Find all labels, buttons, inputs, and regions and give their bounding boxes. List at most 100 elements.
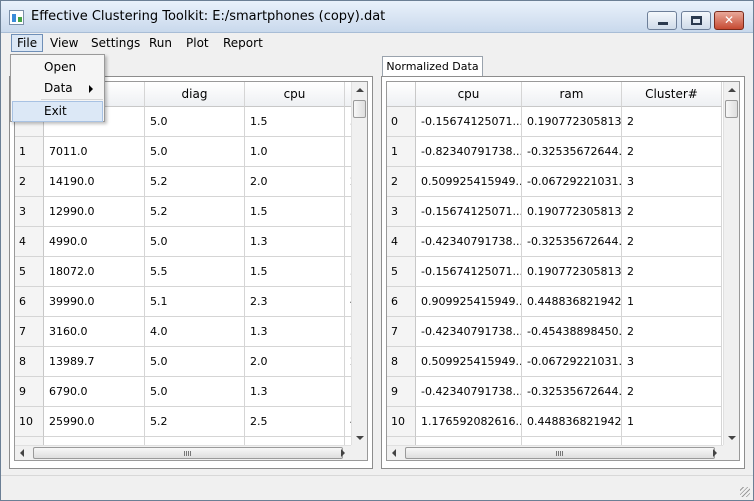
- table-cell[interactable]: 0.509925415949...: [416, 167, 522, 197]
- table-cell[interactable]: -0.15674125071...: [416, 257, 522, 287]
- table-cell[interactable]: 0.190772305813...: [522, 257, 622, 287]
- table-cell[interactable]: 13989.7: [44, 347, 145, 377]
- table-cell[interactable]: 5.5: [145, 257, 245, 287]
- table-cell[interactable]: 0.448836821942...: [522, 287, 622, 317]
- scroll-thumb[interactable]: [405, 447, 715, 459]
- table-cell[interactable]: -0.82340791738...: [416, 137, 522, 167]
- table-cell[interactable]: -0.42340791738...: [416, 317, 522, 347]
- row-header[interactable]: 4: [387, 227, 416, 257]
- table-cell[interactable]: -0.45438898450...: [522, 317, 622, 347]
- scroll-down-icon[interactable]: [356, 436, 364, 440]
- table-cell[interactable]: 0.190772305813...: [522, 107, 622, 137]
- table-cell[interactable]: 14190.0: [44, 167, 145, 197]
- table-cell[interactable]: 2.0: [245, 347, 345, 377]
- scroll-thumb[interactable]: [353, 100, 366, 118]
- scroll-left-icon[interactable]: [392, 449, 396, 457]
- table-cell[interactable]: 1.3: [245, 377, 345, 407]
- table-cell[interactable]: 5.0: [145, 377, 245, 407]
- table-cell[interactable]: 2: [622, 137, 722, 167]
- table-cell[interactable]: 39990.0: [44, 287, 145, 317]
- row-header[interactable]: 0: [387, 107, 416, 137]
- table-cell[interactable]: 2: [622, 257, 722, 287]
- table-cell[interactable]: 5.2: [145, 167, 245, 197]
- table-cell[interactable]: 1.176592082616...: [416, 407, 522, 437]
- row-header[interactable]: 8: [15, 347, 44, 377]
- table-cell[interactable]: 5.2: [145, 407, 245, 437]
- row-header[interactable]: 9: [15, 377, 44, 407]
- scroll-down-icon[interactable]: [728, 436, 736, 440]
- table-cell[interactable]: 0.509925415949...: [416, 347, 522, 377]
- title-bar[interactable]: Effective Clustering Toolkit: E:/smartph…: [1, 1, 753, 33]
- scroll-right-icon[interactable]: [341, 449, 345, 457]
- close-button[interactable]: ✕: [714, 11, 744, 30]
- menu-view[interactable]: View: [45, 34, 83, 52]
- resize-grip-icon[interactable]: [740, 487, 750, 497]
- column-header[interactable]: ram: [522, 82, 622, 107]
- row-header[interactable]: 7: [387, 317, 416, 347]
- table-cell[interactable]: 0.448836821942...: [522, 407, 622, 437]
- table-cell[interactable]: 0.190772305813...: [522, 197, 622, 227]
- table-cell[interactable]: 1.5: [245, 257, 345, 287]
- row-header[interactable]: 10: [387, 407, 416, 437]
- row-header[interactable]: 7: [15, 317, 44, 347]
- table-cell[interactable]: 2: [622, 197, 722, 227]
- table-cell[interactable]: 1: [622, 407, 722, 437]
- column-header[interactable]: Cluster#: [622, 82, 722, 107]
- table-cell[interactable]: 5.0: [145, 107, 245, 137]
- menu-item-data[interactable]: Data: [12, 78, 103, 99]
- menu-item-open[interactable]: Open: [12, 57, 103, 78]
- row-header[interactable]: 5: [387, 257, 416, 287]
- table-cell[interactable]: -0.15674125071...: [416, 197, 522, 227]
- table-cell[interactable]: -0.06729221031...: [522, 167, 622, 197]
- table-cell[interactable]: 1.5: [245, 197, 345, 227]
- column-header[interactable]: diag: [145, 82, 245, 107]
- scroll-thumb[interactable]: [33, 447, 343, 459]
- table-cell[interactable]: 2.3: [245, 287, 345, 317]
- menu-file[interactable]: File: [11, 34, 44, 52]
- row-header[interactable]: 1: [15, 137, 44, 167]
- minimize-button[interactable]: [647, 11, 677, 30]
- table-cell[interactable]: 5.0: [145, 347, 245, 377]
- menu-report[interactable]: Report: [218, 34, 268, 52]
- table-cell[interactable]: -0.32535672644...: [522, 227, 622, 257]
- table-cell[interactable]: 2.5: [245, 407, 345, 437]
- table-cell[interactable]: 4990.0: [44, 227, 145, 257]
- vertical-scrollbar[interactable]: [723, 82, 739, 446]
- table-cell[interactable]: -0.06729221031...: [522, 347, 622, 377]
- table-cell[interactable]: 4.0: [145, 317, 245, 347]
- table-cell[interactable]: 1.3: [245, 317, 345, 347]
- table-cell[interactable]: 0.909925415949...: [416, 287, 522, 317]
- table-cell[interactable]: 5.1: [145, 287, 245, 317]
- table-cell[interactable]: 2.0: [245, 167, 345, 197]
- table-cell[interactable]: 1: [622, 287, 722, 317]
- horizontal-scrollbar[interactable]: [387, 445, 739, 460]
- table-cell[interactable]: 6790.0: [44, 377, 145, 407]
- row-header[interactable]: 3: [15, 197, 44, 227]
- column-header[interactable]: cpu: [245, 82, 345, 107]
- table-cell[interactable]: 2: [622, 377, 722, 407]
- row-header[interactable]: 4: [15, 227, 44, 257]
- row-header[interactable]: 10: [15, 407, 44, 437]
- table-cell[interactable]: -0.15674125071...: [416, 107, 522, 137]
- row-header[interactable]: 2: [387, 167, 416, 197]
- table-cell[interactable]: -0.32535672644...: [522, 377, 622, 407]
- scroll-right-icon[interactable]: [713, 449, 717, 457]
- table-cell[interactable]: 12990.0: [44, 197, 145, 227]
- table-cell[interactable]: 1.3: [245, 227, 345, 257]
- row-header[interactable]: 6: [15, 287, 44, 317]
- table-cell[interactable]: 7011.0: [44, 137, 145, 167]
- table-cell[interactable]: 5.0: [145, 227, 245, 257]
- row-header[interactable]: 1: [387, 137, 416, 167]
- menu-settings[interactable]: Settings: [86, 34, 145, 52]
- table-cell[interactable]: -0.42340791738...: [416, 227, 522, 257]
- table-cell[interactable]: 2: [622, 317, 722, 347]
- row-header[interactable]: 8: [387, 347, 416, 377]
- table-cell[interactable]: -0.42340791738...: [416, 377, 522, 407]
- table-cell[interactable]: 1.0: [245, 137, 345, 167]
- table-cell[interactable]: 25990.0: [44, 407, 145, 437]
- scroll-up-icon[interactable]: [356, 88, 364, 92]
- table-cell[interactable]: 5.2: [145, 197, 245, 227]
- menu-run[interactable]: Run: [144, 34, 177, 52]
- table-cell[interactable]: 5.0: [145, 137, 245, 167]
- table-cell[interactable]: 1.5: [245, 107, 345, 137]
